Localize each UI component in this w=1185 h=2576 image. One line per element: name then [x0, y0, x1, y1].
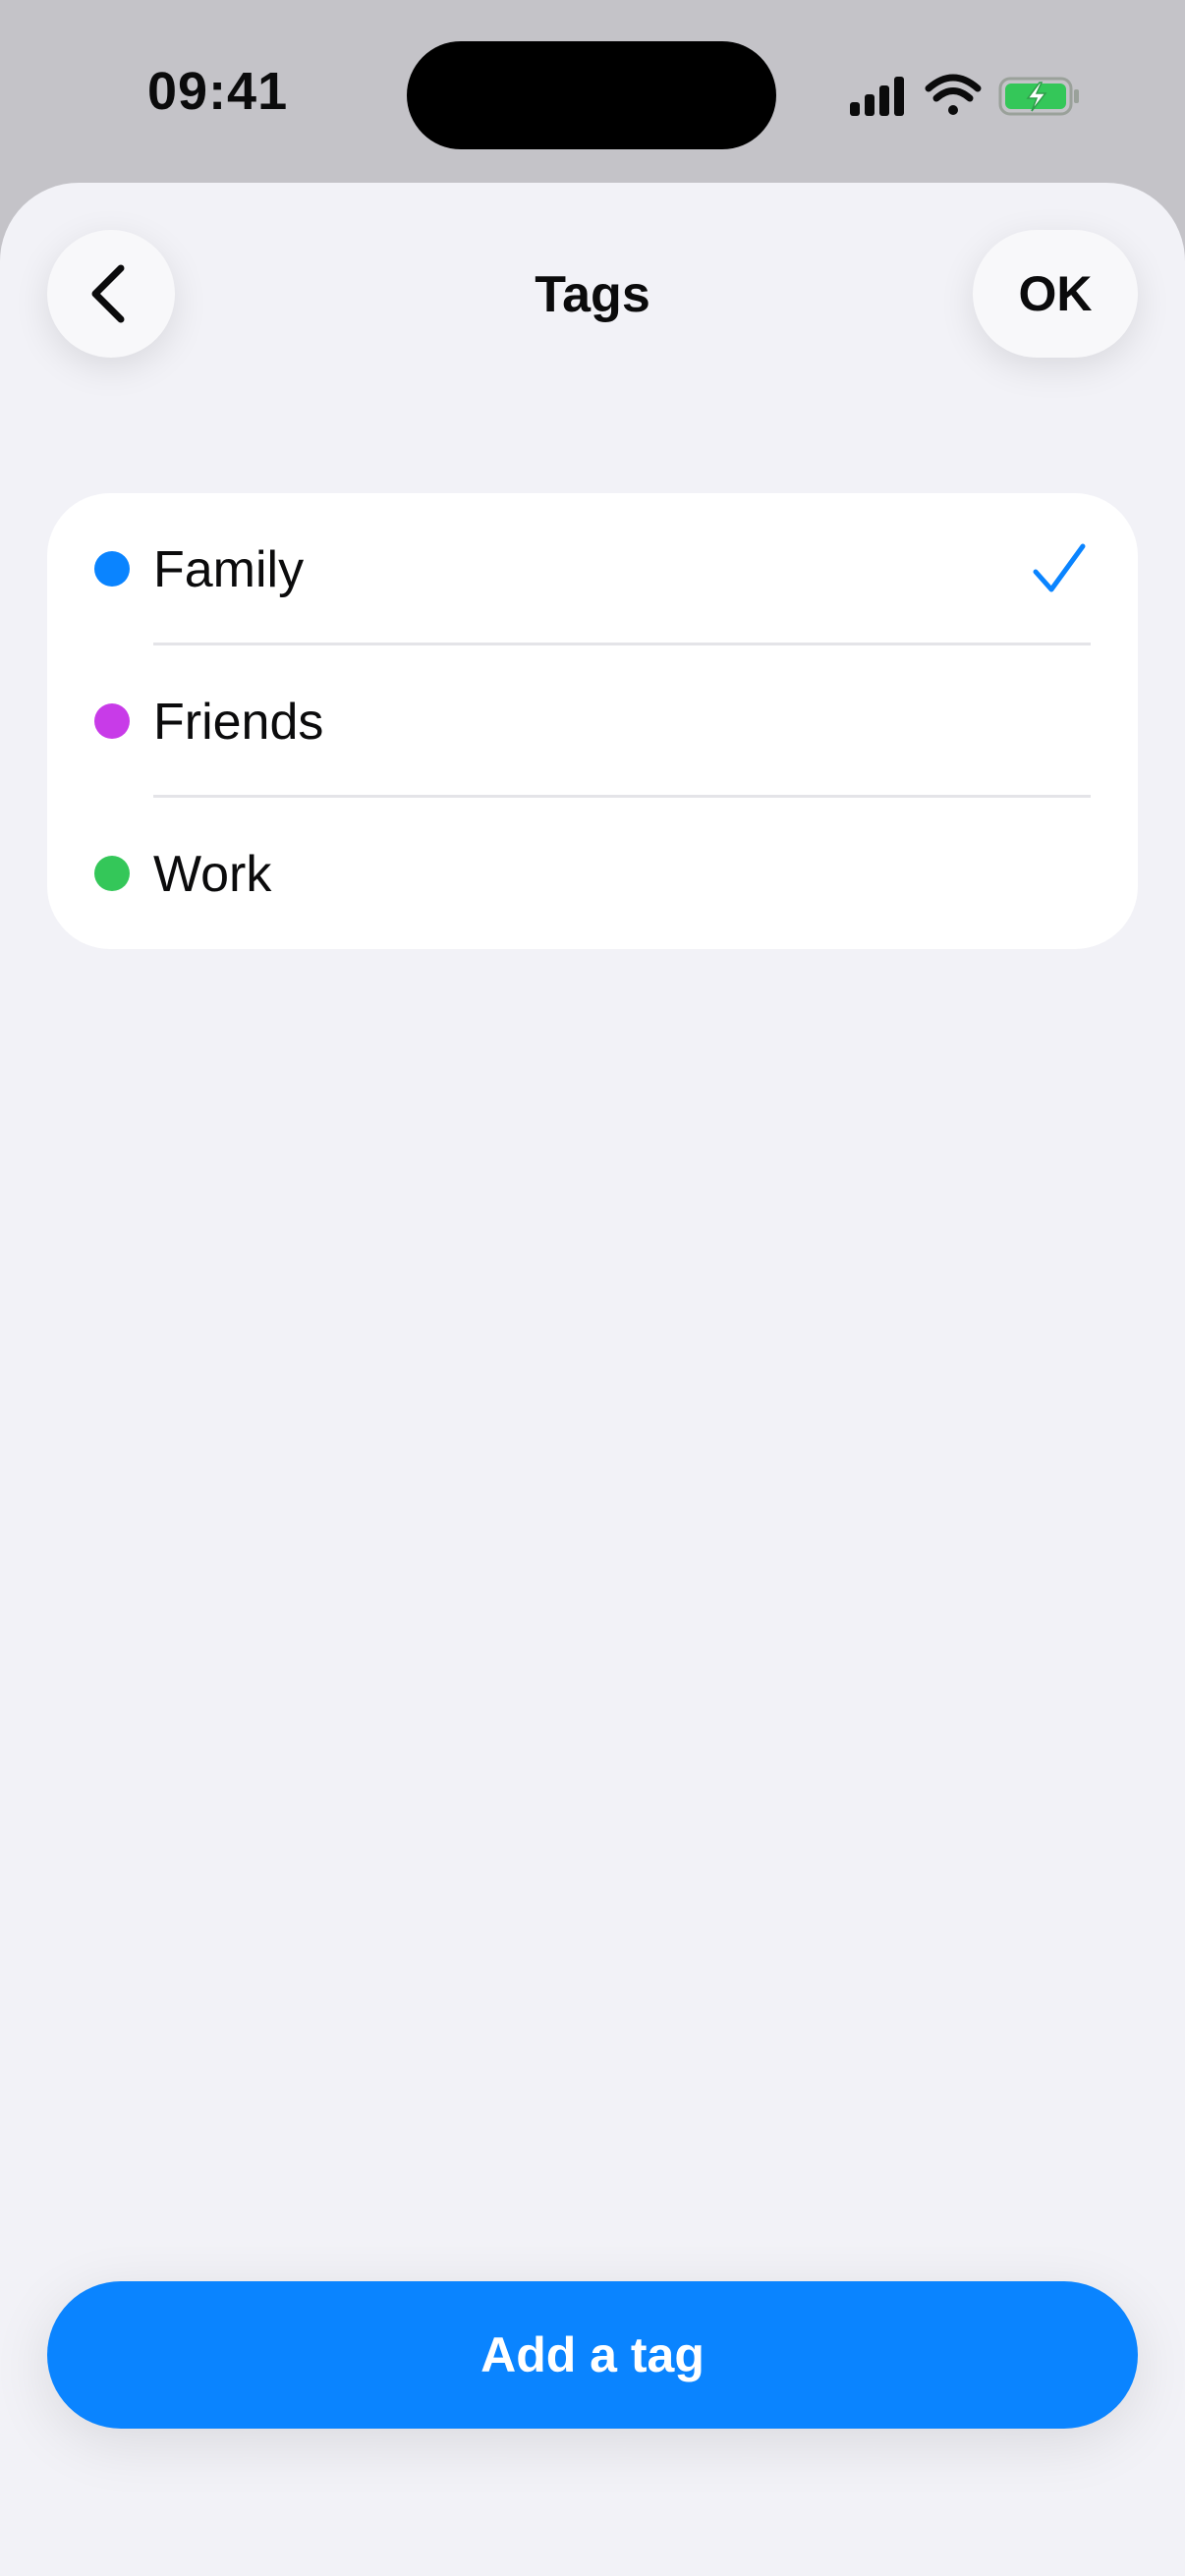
screen: 09:41 Tags OK Family Friends Work Add a …	[0, 0, 1185, 2576]
tag-color-dot	[94, 856, 130, 891]
wifi-icon	[925, 74, 982, 115]
battery-charging-icon	[998, 77, 1079, 116]
tag-label: Family	[153, 541, 305, 598]
tags-sheet: Tags OK Family Friends Work Add a tag	[0, 183, 1185, 2576]
cellular-signal-icon	[850, 77, 904, 116]
checkmark-icon	[1033, 543, 1086, 592]
tag-label: Friends	[153, 694, 324, 751]
tag-color-dot	[94, 551, 130, 587]
status-bar: 09:41	[0, 0, 1185, 187]
dynamic-island	[407, 41, 776, 149]
tag-row-family[interactable]: Family	[47, 493, 1138, 645]
tag-color-dot	[94, 703, 130, 739]
tag-label: Work	[153, 846, 272, 903]
status-icons	[850, 74, 1079, 116]
tag-row-friends[interactable]: Friends	[47, 645, 1138, 798]
add-tag-button[interactable]: Add a tag	[47, 2281, 1138, 2429]
tag-row-work[interactable]: Work	[47, 798, 1138, 949]
status-time: 09:41	[147, 62, 289, 121]
tag-list: Family Friends Work	[47, 493, 1138, 949]
ok-button[interactable]: OK	[973, 230, 1138, 358]
